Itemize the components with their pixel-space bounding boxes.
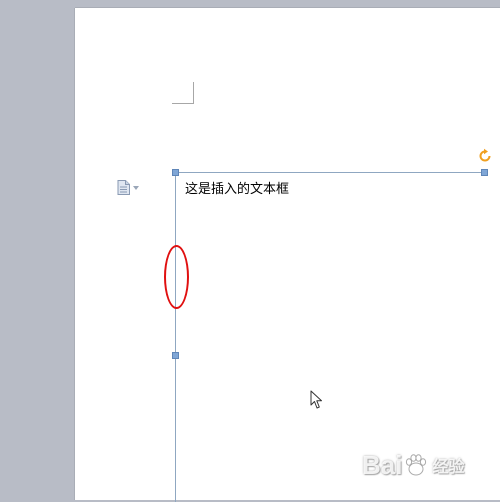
- textbox-resize-handle-middle-left[interactable]: [172, 352, 179, 359]
- textbox-resize-handle-top-left[interactable]: [172, 169, 179, 176]
- textbox-resize-handle-top-right[interactable]: [481, 169, 488, 176]
- watermark-brand-text: Bai: [362, 449, 403, 480]
- textbox-content[interactable]: 这是插入的文本框: [185, 178, 289, 197]
- page-margin-corner-marker: [172, 82, 194, 104]
- document-page[interactable]: [75, 8, 500, 500]
- document-icon: [117, 179, 130, 195]
- paste-options-button[interactable]: [117, 178, 147, 196]
- watermark-jingyan-text: 经验: [432, 459, 465, 476]
- baidu-jingyan-watermark: Bai 经验: [362, 445, 464, 485]
- arrow-cursor-icon: [310, 390, 322, 409]
- textbox-border-left[interactable]: [175, 172, 176, 502]
- baidu-paw-logo-icon: [406, 454, 427, 476]
- chevron-down-icon: [133, 185, 139, 190]
- rotate-icon[interactable]: [477, 148, 493, 164]
- annotation-red-ellipse: [164, 245, 189, 309]
- textbox-border-top[interactable]: [175, 172, 485, 173]
